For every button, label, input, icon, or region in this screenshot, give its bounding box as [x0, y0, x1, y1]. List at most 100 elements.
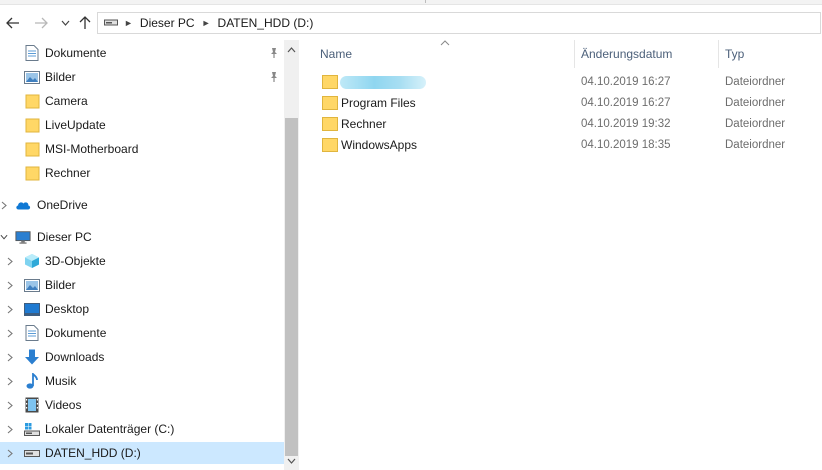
table-row[interactable]: 04.10.2019 16:27 Dateiordner: [300, 72, 822, 93]
redacted-name: [340, 76, 426, 89]
sidebar-item-label: Musik: [45, 374, 77, 388]
file-date: 04.10.2019 18:35: [581, 139, 671, 151]
sidebar-item-label: Desktop: [45, 302, 90, 316]
folder-icon: [24, 141, 40, 157]
folder-icon: [24, 117, 40, 133]
sidebar-item-label: MSI-Motherboard: [45, 142, 139, 156]
ribbon-divider: [425, 0, 426, 3]
sidebar-item-rechner[interactable]: Rechner: [0, 162, 284, 184]
chevron-right-icon[interactable]: [6, 327, 14, 339]
sidebar-item-label: 3D-Objekte: [45, 254, 106, 268]
sidebar-item-label: Rechner: [45, 166, 91, 180]
chevron-down-icon[interactable]: [0, 231, 8, 243]
file-date: 04.10.2019 16:27: [581, 76, 671, 88]
chevron-right-icon[interactable]: [6, 423, 14, 435]
chevron-right-icon[interactable]: [0, 199, 8, 211]
column-divider[interactable]: [574, 40, 575, 68]
music-note-icon: [24, 373, 40, 389]
pictures-icon: [24, 69, 40, 85]
file-type: Dateiordner: [725, 76, 786, 88]
chevron-right-icon[interactable]: [6, 255, 14, 267]
sidebar-item-label: Camera: [45, 94, 88, 108]
scrollbar-thumb[interactable]: [285, 118, 298, 456]
sidebar-item-label: OneDrive: [37, 198, 88, 212]
table-row[interactable]: Program Files 04.10.2019 16:27 Dateiordn…: [300, 93, 822, 114]
sidebar-item-label: LiveUpdate: [45, 118, 106, 132]
sidebar-item-camera[interactable]: Camera: [0, 90, 284, 112]
chevron-right-icon[interactable]: [6, 447, 14, 459]
cloud-icon: [15, 197, 31, 213]
scroll-up-icon[interactable]: [284, 42, 299, 58]
sidebar-item-3d-objekte[interactable]: 3D-Objekte: [0, 250, 284, 272]
address-bar[interactable]: ► Dieser PC ► DATEN_HDD (D:): [97, 12, 821, 34]
chevron-right-icon[interactable]: [6, 399, 14, 411]
sidebar-item-lokaler-datentraeger[interactable]: Lokaler Datenträger (C:): [0, 418, 284, 440]
sidebar-item-label: Bilder: [45, 70, 76, 84]
column-header-date[interactable]: Änderungsdatum: [581, 40, 718, 68]
file-date: 04.10.2019 16:27: [581, 97, 671, 109]
cube-icon: [24, 253, 40, 269]
sidebar-item-label: Bilder: [45, 278, 76, 292]
sidebar-item-label: Downloads: [45, 350, 105, 364]
file-name: Rechner: [341, 117, 387, 131]
chevron-right-icon[interactable]: [6, 279, 14, 291]
chevron-right-icon[interactable]: [6, 303, 14, 315]
sidebar-item-bilder[interactable]: Bilder: [0, 66, 284, 88]
desktop-icon: [24, 301, 40, 317]
sidebar-item-onedrive[interactable]: OneDrive: [0, 194, 284, 216]
chevron-right-icon[interactable]: [6, 375, 14, 387]
file-type: Dateiordner: [725, 139, 786, 151]
sidebar-item-dieser-pc[interactable]: Dieser PC: [0, 226, 284, 248]
pin-icon[interactable]: [268, 71, 280, 83]
sidebar-item-dokumente[interactable]: Dokumente: [0, 42, 284, 64]
up-arrow-icon[interactable]: [77, 13, 93, 33]
file-name: Program Files: [341, 96, 416, 110]
chevron-down-icon[interactable]: [58, 13, 72, 33]
column-header-type[interactable]: Typ: [725, 40, 815, 68]
pictures-icon: [24, 277, 40, 293]
navigation-pane-scrollbar[interactable]: [284, 40, 299, 470]
sidebar-item-musik[interactable]: Musik: [0, 370, 284, 392]
scroll-down-icon[interactable]: [284, 453, 299, 469]
breadcrumb-daten-hdd[interactable]: DATEN_HDD (D:): [215, 16, 317, 30]
navigation-pane: Dokumente Bilder Camera LiveUpdate MSI-M…: [0, 40, 284, 470]
download-icon: [24, 349, 40, 365]
drive-icon: [104, 16, 118, 30]
sidebar-item-label: Dokumente: [45, 326, 107, 340]
file-date: 04.10.2019 19:32: [581, 118, 671, 130]
sidebar-item-desktop[interactable]: Desktop: [0, 298, 284, 320]
file-name: WindowsApps: [341, 138, 418, 152]
sidebar-item-videos[interactable]: Videos: [0, 394, 284, 416]
drive-icon: [24, 445, 40, 461]
documents-icon: [24, 45, 40, 61]
system-drive-icon: [24, 421, 40, 437]
navigation-bar: ► Dieser PC ► DATEN_HDD (D:): [0, 5, 822, 39]
column-header-name[interactable]: Name: [320, 40, 574, 68]
breadcrumb-separator[interactable]: ►: [198, 18, 215, 28]
sidebar-item-msi-motherboard[interactable]: MSI-Motherboard: [0, 138, 284, 160]
folder-icon: [322, 117, 338, 131]
column-divider[interactable]: [718, 40, 719, 68]
pin-icon[interactable]: [268, 47, 280, 59]
sidebar-item-downloads[interactable]: Downloads: [0, 346, 284, 368]
folder-icon: [322, 75, 338, 89]
documents-icon: [24, 325, 40, 341]
chevron-right-icon[interactable]: [6, 351, 14, 363]
table-row[interactable]: Rechner 04.10.2019 19:32 Dateiordner: [300, 114, 822, 135]
folder-icon: [24, 93, 40, 109]
breadcrumb-separator[interactable]: ►: [120, 18, 137, 28]
forward-arrow-icon[interactable]: [32, 13, 50, 33]
sidebar-item-label: Dokumente: [45, 46, 107, 60]
sidebar-item-daten-hdd[interactable]: DATEN_HDD (D:): [0, 442, 284, 464]
sidebar-item-dokumente-pc[interactable]: Dokumente: [0, 322, 284, 344]
sidebar-item-liveupdate[interactable]: LiveUpdate: [0, 114, 284, 136]
folder-icon: [322, 138, 338, 152]
file-type: Dateiordner: [725, 118, 786, 130]
sidebar-item-bilder-pc[interactable]: Bilder: [0, 274, 284, 296]
file-list: Name Änderungsdatum Typ 04.10.2019 16:27…: [300, 40, 822, 470]
sidebar-item-label: Videos: [45, 398, 82, 412]
table-row[interactable]: WindowsApps 04.10.2019 18:35 Dateiordner: [300, 135, 822, 156]
breadcrumb-dieser-pc[interactable]: Dieser PC: [137, 16, 198, 30]
film-icon: [24, 397, 40, 413]
back-arrow-icon[interactable]: [4, 13, 22, 33]
